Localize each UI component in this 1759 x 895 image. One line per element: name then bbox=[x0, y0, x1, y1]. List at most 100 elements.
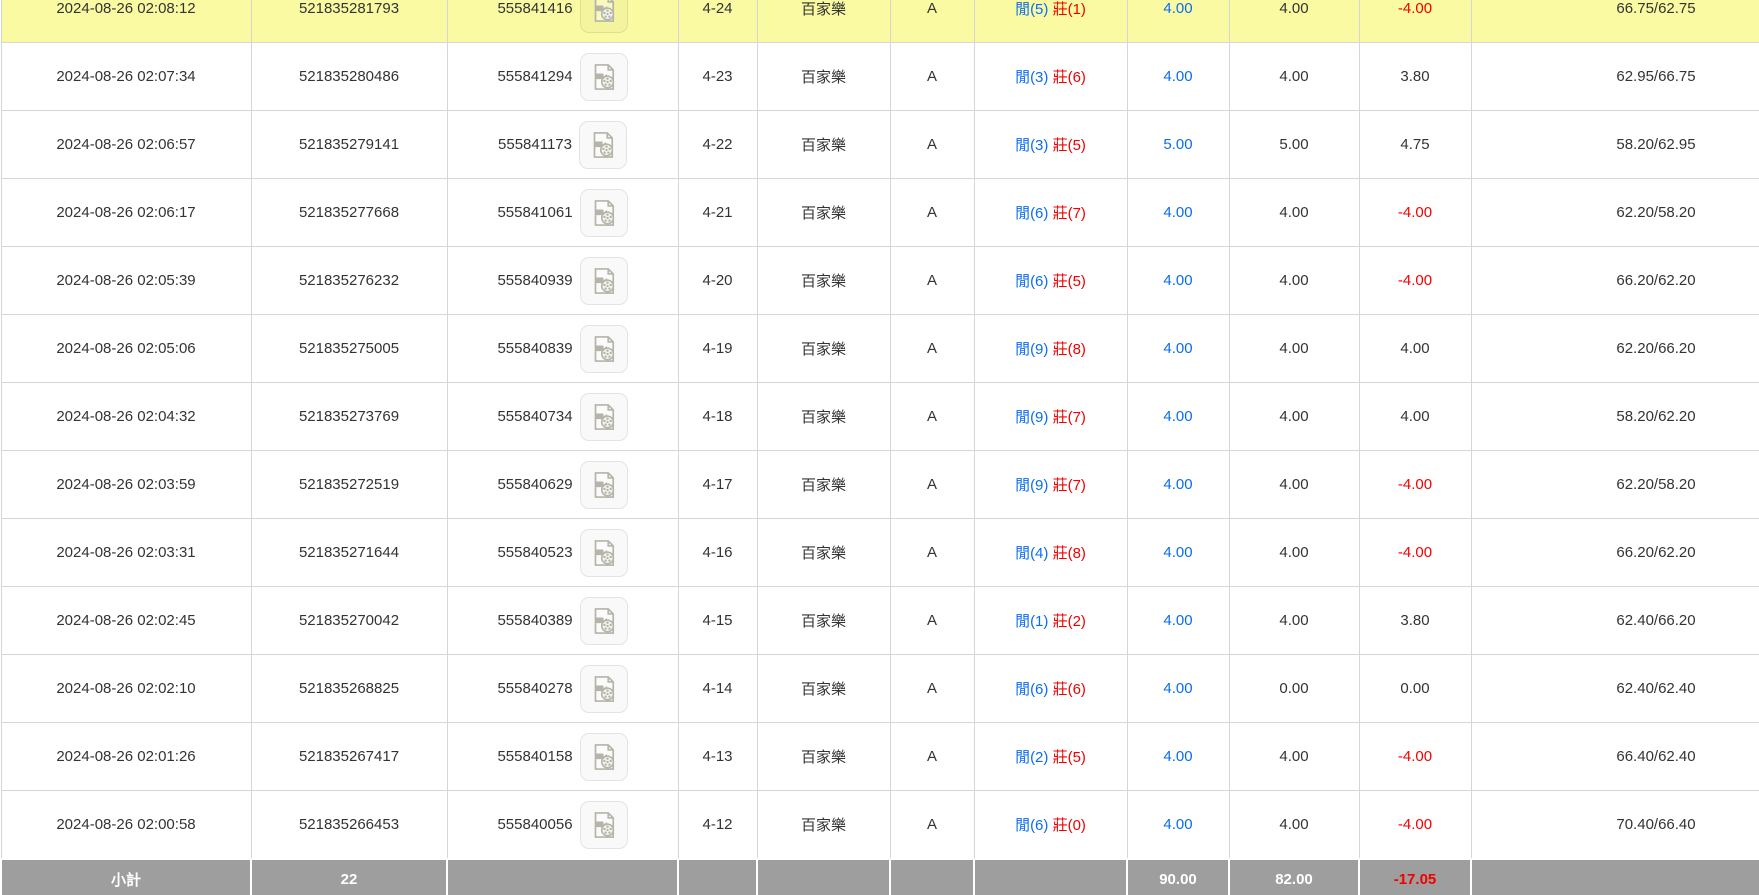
result-banker: 莊(8) bbox=[1053, 545, 1086, 562]
video-replay-icon bbox=[587, 536, 621, 570]
cell-bet-id: 521835270042 bbox=[251, 587, 447, 655]
cell-time: 2024-08-26 02:07:34 bbox=[1, 43, 251, 111]
round-id-text: 555840939 bbox=[497, 272, 572, 289]
cell-bet: 4.00 bbox=[1127, 451, 1229, 519]
video-replay-button[interactable] bbox=[579, 121, 627, 169]
cell-round-id: 555841173 bbox=[447, 111, 678, 179]
cell-result: 閒(9) 莊(8) bbox=[974, 315, 1127, 383]
cell-game: 百家樂 bbox=[757, 0, 890, 43]
cell-round-id: 555840056 bbox=[447, 791, 678, 860]
cell-round-no: 4-12 bbox=[678, 791, 757, 860]
cell-round-no: 4-13 bbox=[678, 723, 757, 791]
cell-valid-bet: 4.00 bbox=[1229, 315, 1359, 383]
cell-time: 2024-08-26 02:01:26 bbox=[1, 723, 251, 791]
cell-bet-id: 521835268825 bbox=[251, 655, 447, 723]
cell-balance: 62.20/58.20 bbox=[1471, 451, 1759, 519]
cell-bet-id: 521835279141 bbox=[251, 111, 447, 179]
round-id-text: 555841173 bbox=[498, 136, 572, 153]
video-replay-icon bbox=[587, 604, 621, 638]
table-row: 2024-08-26 02:03:31 521835271644 5558405… bbox=[1, 519, 1759, 587]
result-banker: 莊(5) bbox=[1053, 137, 1086, 154]
video-replay-button[interactable] bbox=[580, 393, 628, 441]
table-row: 2024-08-26 02:05:06 521835275005 5558408… bbox=[1, 315, 1759, 383]
cell-win-loss: 4.75 bbox=[1359, 111, 1471, 179]
video-replay-icon bbox=[587, 332, 621, 366]
cell-table: A bbox=[890, 587, 974, 655]
video-replay-button[interactable] bbox=[580, 257, 628, 305]
table-row: 2024-08-26 02:07:34 521835280486 5558412… bbox=[1, 43, 1759, 111]
cell-game: 百家樂 bbox=[757, 723, 890, 791]
video-replay-button[interactable] bbox=[580, 189, 628, 237]
result-banker: 莊(1) bbox=[1053, 1, 1086, 18]
cell-balance: 58.20/62.20 bbox=[1471, 383, 1759, 451]
cell-game: 百家樂 bbox=[757, 179, 890, 247]
cell-win-loss: 4.00 bbox=[1359, 315, 1471, 383]
cell-balance: 70.40/66.40 bbox=[1471, 791, 1759, 860]
cell-round-id: 555841294 bbox=[447, 43, 678, 111]
cell-table: A bbox=[890, 315, 974, 383]
cell-round-id: 555840939 bbox=[447, 247, 678, 315]
cell-round-id: 555841061 bbox=[447, 179, 678, 247]
video-replay-icon bbox=[587, 740, 621, 774]
video-replay-button[interactable] bbox=[580, 597, 628, 645]
cell-result: 閒(1) 莊(2) bbox=[974, 587, 1127, 655]
cell-game: 百家樂 bbox=[757, 383, 890, 451]
cell-table: A bbox=[890, 655, 974, 723]
video-replay-button[interactable] bbox=[580, 461, 628, 509]
result-banker: 莊(2) bbox=[1053, 613, 1086, 630]
cell-bet: 4.00 bbox=[1127, 383, 1229, 451]
video-replay-button[interactable] bbox=[580, 529, 628, 577]
cell-game: 百家樂 bbox=[757, 247, 890, 315]
cell-time: 2024-08-26 02:05:06 bbox=[1, 315, 251, 383]
result-player: 閒(9) bbox=[1015, 341, 1048, 358]
cell-bet-id: 521835276232 bbox=[251, 247, 447, 315]
round-id-text: 555840523 bbox=[497, 544, 572, 561]
video-replay-button[interactable] bbox=[580, 0, 628, 33]
cell-round-id: 555840158 bbox=[447, 723, 678, 791]
cell-bet-id: 521835267417 bbox=[251, 723, 447, 791]
cell-win-loss: 0.00 bbox=[1359, 655, 1471, 723]
cell-round-no: 4-15 bbox=[678, 587, 757, 655]
result-player: 閒(4) bbox=[1015, 545, 1048, 562]
cell-result: 閒(4) 莊(8) bbox=[974, 519, 1127, 587]
cell-round-id: 555840839 bbox=[447, 315, 678, 383]
cell-table: A bbox=[890, 0, 974, 43]
video-replay-button[interactable] bbox=[580, 53, 628, 101]
cell-bet: 4.00 bbox=[1127, 519, 1229, 587]
video-replay-button[interactable] bbox=[580, 733, 628, 781]
cell-time: 2024-08-26 02:06:57 bbox=[1, 111, 251, 179]
video-replay-icon bbox=[587, 808, 621, 842]
video-replay-button[interactable] bbox=[580, 801, 628, 849]
cell-bet-id: 521835271644 bbox=[251, 519, 447, 587]
cell-valid-bet: 4.00 bbox=[1229, 247, 1359, 315]
round-id-text: 555840629 bbox=[497, 476, 572, 493]
result-player: 閒(1) bbox=[1015, 613, 1048, 630]
result-player: 閒(3) bbox=[1015, 69, 1048, 86]
cell-valid-bet: 4.00 bbox=[1229, 519, 1359, 587]
cell-result: 閒(6) 莊(7) bbox=[974, 179, 1127, 247]
cell-valid-bet: 4.00 bbox=[1229, 451, 1359, 519]
cell-round-no: 4-18 bbox=[678, 383, 757, 451]
result-player: 閒(6) bbox=[1015, 681, 1048, 698]
cell-result: 閒(5) 莊(1) bbox=[974, 0, 1127, 43]
cell-game: 百家樂 bbox=[757, 519, 890, 587]
cell-bet-id: 521835275005 bbox=[251, 315, 447, 383]
cell-bet: 5.00 bbox=[1127, 111, 1229, 179]
cell-bet: 4.00 bbox=[1127, 791, 1229, 860]
round-id-text: 555840158 bbox=[497, 748, 572, 765]
table-row: 2024-08-26 02:05:39 521835276232 5558409… bbox=[1, 247, 1759, 315]
cell-round-no: 4-21 bbox=[678, 179, 757, 247]
cell-balance: 66.40/62.40 bbox=[1471, 723, 1759, 791]
cell-game: 百家樂 bbox=[757, 655, 890, 723]
cell-valid-bet: 4.00 bbox=[1229, 587, 1359, 655]
result-player: 閒(6) bbox=[1015, 817, 1048, 834]
video-replay-icon bbox=[586, 128, 620, 162]
result-player: 閒(6) bbox=[1015, 273, 1048, 290]
video-replay-button[interactable] bbox=[580, 325, 628, 373]
table-row: 2024-08-26 02:06:57 521835279141 5558411… bbox=[1, 111, 1759, 179]
result-banker: 莊(6) bbox=[1053, 69, 1086, 86]
cell-balance: 58.20/62.95 bbox=[1471, 111, 1759, 179]
video-replay-button[interactable] bbox=[580, 665, 628, 713]
result-banker: 莊(7) bbox=[1053, 409, 1086, 426]
cell-round-no: 4-23 bbox=[678, 43, 757, 111]
